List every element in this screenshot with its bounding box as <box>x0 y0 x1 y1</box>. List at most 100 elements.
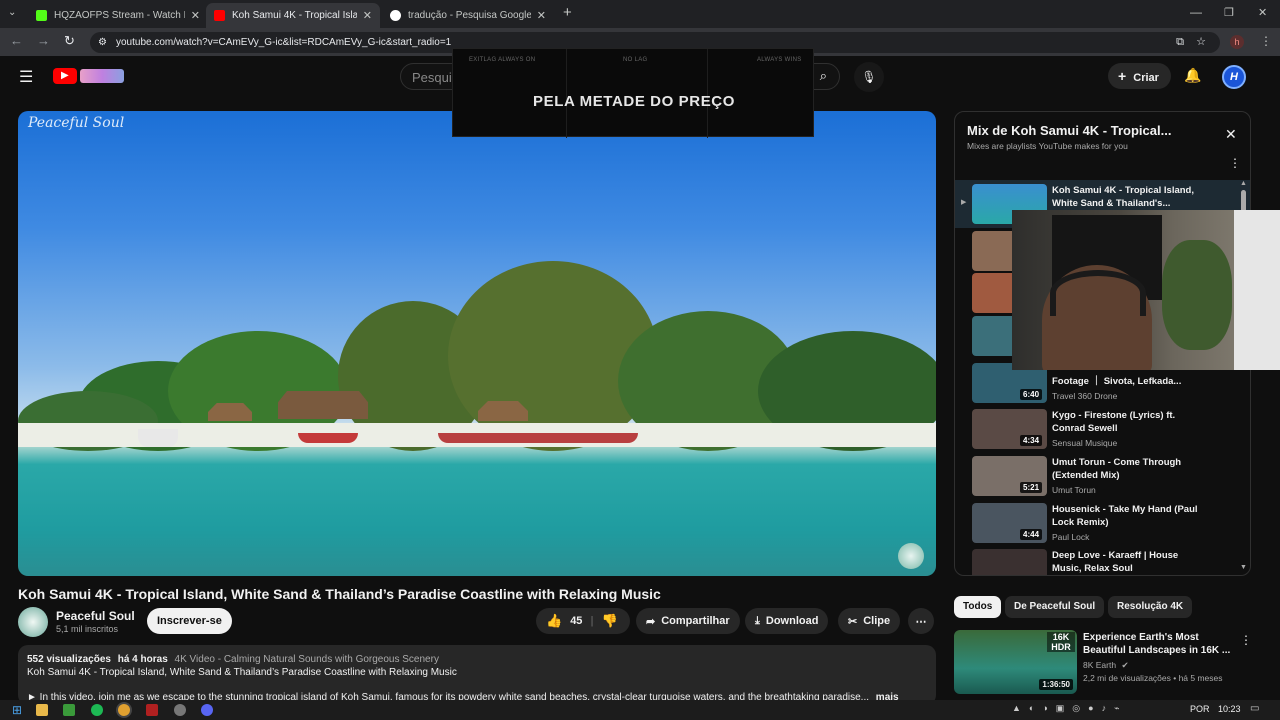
notifications-bell-icon[interactable]: 🔔 <box>1184 67 1201 84</box>
site-info-icon[interactable]: ⚙ <box>98 32 107 53</box>
dislike-icon[interactable]: 👎 <box>602 613 618 629</box>
playlist-item-title: Kygo - Firestone (Lyrics) ft. Conrad Sew… <box>1052 410 1176 434</box>
youtube-logo[interactable]: ▶ <box>53 68 77 84</box>
playlist-item[interactable]: 4:44 Housenick - Take My Hand (Paul Lock… <box>972 503 1242 547</box>
playlist-item[interactable]: 5:21 Umut Torun - Come Through (Extended… <box>972 456 1242 500</box>
spotify-icon[interactable] <box>91 704 103 716</box>
app-icon-red[interactable] <box>146 704 158 716</box>
description-line-1: Koh Samui 4K - Tropical Island, White Sa… <box>27 667 457 678</box>
forward-icon[interactable]: → <box>37 33 50 48</box>
download-button[interactable]: ⤓ Download <box>745 608 829 634</box>
playlist-item-title: Housenick - Take My Hand (Paul Lock Remi… <box>1052 504 1198 528</box>
close-window-icon[interactable]: ✕ <box>1258 6 1267 19</box>
video-player[interactable]: Peaceful Soul <box>18 111 936 576</box>
webcam-headset <box>1050 270 1146 316</box>
scroll-up-icon[interactable]: ▲ <box>1240 180 1247 187</box>
playlist-item[interactable]: 4:34 Kygo - Firestone (Lyrics) ft. Conra… <box>972 409 1242 453</box>
like-count[interactable]: 45 <box>570 615 582 627</box>
description-box[interactable]: 552 visualizações há 4 horas 4K Video - … <box>18 645 936 705</box>
close-playlist-icon[interactable]: ✕ <box>1225 126 1237 143</box>
view-count: 552 visualizações <box>27 654 111 665</box>
clock[interactable]: 10:23 <box>1218 704 1241 714</box>
profile-avatar[interactable]: h <box>1230 35 1244 49</box>
resolution-badge: 16K HDR <box>1047 632 1075 652</box>
reload-icon[interactable]: ↻ <box>64 33 75 49</box>
url-text: youtube.com/watch?v=CAmEVy_G-ic&list=RDC… <box>116 37 452 48</box>
google-icon <box>390 10 401 21</box>
recommended-menu-icon[interactable]: ⋮ <box>1240 633 1252 647</box>
download-icon: ⤓ <box>755 614 760 627</box>
video-scene-hut <box>478 401 528 421</box>
like-dislike-group: 👍 45 | 👎 <box>536 608 630 634</box>
duration-badge: 6:40 <box>1020 389 1043 400</box>
browser-tab-kick[interactable]: HQZAOFPS Stream - Watch Liv ✕ <box>28 3 208 28</box>
duration-badge: 4:44 <box>1020 529 1043 540</box>
language-indicator[interactable]: POR <box>1190 704 1210 714</box>
minimize-icon[interactable]: — <box>1190 5 1202 19</box>
chrome-icon[interactable] <box>118 704 130 716</box>
app-icon-gray[interactable] <box>174 704 186 716</box>
install-icon[interactable]: ⧉ <box>1176 32 1184 53</box>
browser-tab-youtube[interactable]: Koh Samui 4K - Tropical Island, ✕ <box>206 3 380 28</box>
browser-tab-google[interactable]: tradução - Pesquisa Google ✕ <box>382 3 554 28</box>
description-tags[interactable]: 4K Video - Calming Natural Sounds with G… <box>175 654 439 665</box>
description-meta: 552 visualizações há 4 horas 4K Video - … <box>27 653 927 666</box>
close-tab-icon[interactable]: ✕ <box>363 9 372 22</box>
close-tab-icon[interactable]: ✕ <box>191 9 200 22</box>
share-button[interactable]: ➦ Compartilhar <box>636 608 740 634</box>
search-icon[interactable]: ⌕ <box>820 68 827 84</box>
playlist-item-title: Deep Love - Karaeff | House Music, Relax… <box>1052 550 1179 574</box>
bookmark-star-icon[interactable]: ☆ <box>1196 32 1206 53</box>
duration-badge: 4:34 <box>1020 435 1043 446</box>
share-icon: ➦ <box>646 615 656 628</box>
chip-4k[interactable]: Resolução 4K <box>1108 596 1193 618</box>
windows-start-icon[interactable]: ⊞ <box>12 703 22 717</box>
hamburger-menu-icon[interactable]: ☰ <box>19 67 33 87</box>
upload-age: há 4 horas <box>117 654 168 665</box>
voice-search-button[interactable]: 🎙 <box>854 62 884 92</box>
tab-title: HQZAOFPS Stream - Watch Liv <box>54 10 185 21</box>
subscribe-button[interactable]: Inscrever-se <box>147 608 232 634</box>
playlist-item[interactable]: Deep Love - Karaeff | House Music, Relax… <box>972 549 1242 575</box>
close-tab-icon[interactable]: ✕ <box>537 9 546 22</box>
video-scene-hut <box>208 403 252 421</box>
notifications-icon[interactable]: ▭ <box>1250 703 1259 714</box>
menu-kebab-icon[interactable]: ⋮ <box>1260 34 1272 48</box>
banner-main-text: PELA METADE DO PREÇO <box>532 93 735 110</box>
chip-from-channel[interactable]: De Peaceful Soul <box>1005 596 1105 618</box>
recommended-channel[interactable]: 8K Earth <box>1083 660 1116 670</box>
like-icon[interactable]: 👍 <box>546 613 562 629</box>
tab-search-icon[interactable]: ⌄ <box>8 7 16 18</box>
channel-watermark-icon <box>898 543 924 569</box>
create-button[interactable]: + Criar <box>1108 63 1171 89</box>
video-watermark: Peaceful Soul <box>28 115 125 131</box>
like-divider: | <box>590 615 594 627</box>
playlist-menu-icon[interactable]: ⋮ <box>1229 156 1241 170</box>
youtube-icon <box>214 10 225 21</box>
file-explorer-icon[interactable] <box>36 704 48 716</box>
recommended-thumbnail[interactable]: 16K HDR 1:36:50 <box>954 630 1077 694</box>
now-playing-icon: ▶ <box>961 199 967 206</box>
new-tab-button[interactable]: + <box>563 4 572 21</box>
scroll-down-icon[interactable]: ▼ <box>1240 564 1247 571</box>
video-scene-huts <box>278 391 368 419</box>
recommended-title[interactable]: Experience Earth's Most Beautiful Landsc… <box>1083 631 1231 657</box>
clip-button[interactable]: ✂ Clipe <box>838 608 901 634</box>
plus-icon: + <box>1118 68 1127 84</box>
play-icon: ▶ <box>61 70 69 81</box>
playlist-item-channel: Umut Torun <box>1052 485 1096 495</box>
video-scene-boat <box>298 433 358 443</box>
chip-all[interactable]: Todos <box>954 596 1002 618</box>
discord-icon[interactable] <box>201 704 213 716</box>
maximize-icon[interactable]: ❐ <box>1224 6 1234 19</box>
subscribe-label: Inscrever-se <box>157 615 222 627</box>
playlist-title[interactable]: Mix de Koh Samui 4K - Tropical... <box>967 123 1171 138</box>
channel-avatar[interactable] <box>18 607 48 637</box>
channel-name[interactable]: Peaceful Soul <box>56 609 135 623</box>
system-tray-icons[interactable]: ▲◐◑▣◎●♪⌁ <box>1012 703 1128 714</box>
xbox-icon[interactable] <box>63 704 75 716</box>
scissors-icon: ✂ <box>848 615 858 628</box>
more-actions-button[interactable]: ⋯ <box>908 608 934 634</box>
account-avatar[interactable]: H <box>1222 65 1246 89</box>
back-icon[interactable]: ← <box>10 33 23 48</box>
